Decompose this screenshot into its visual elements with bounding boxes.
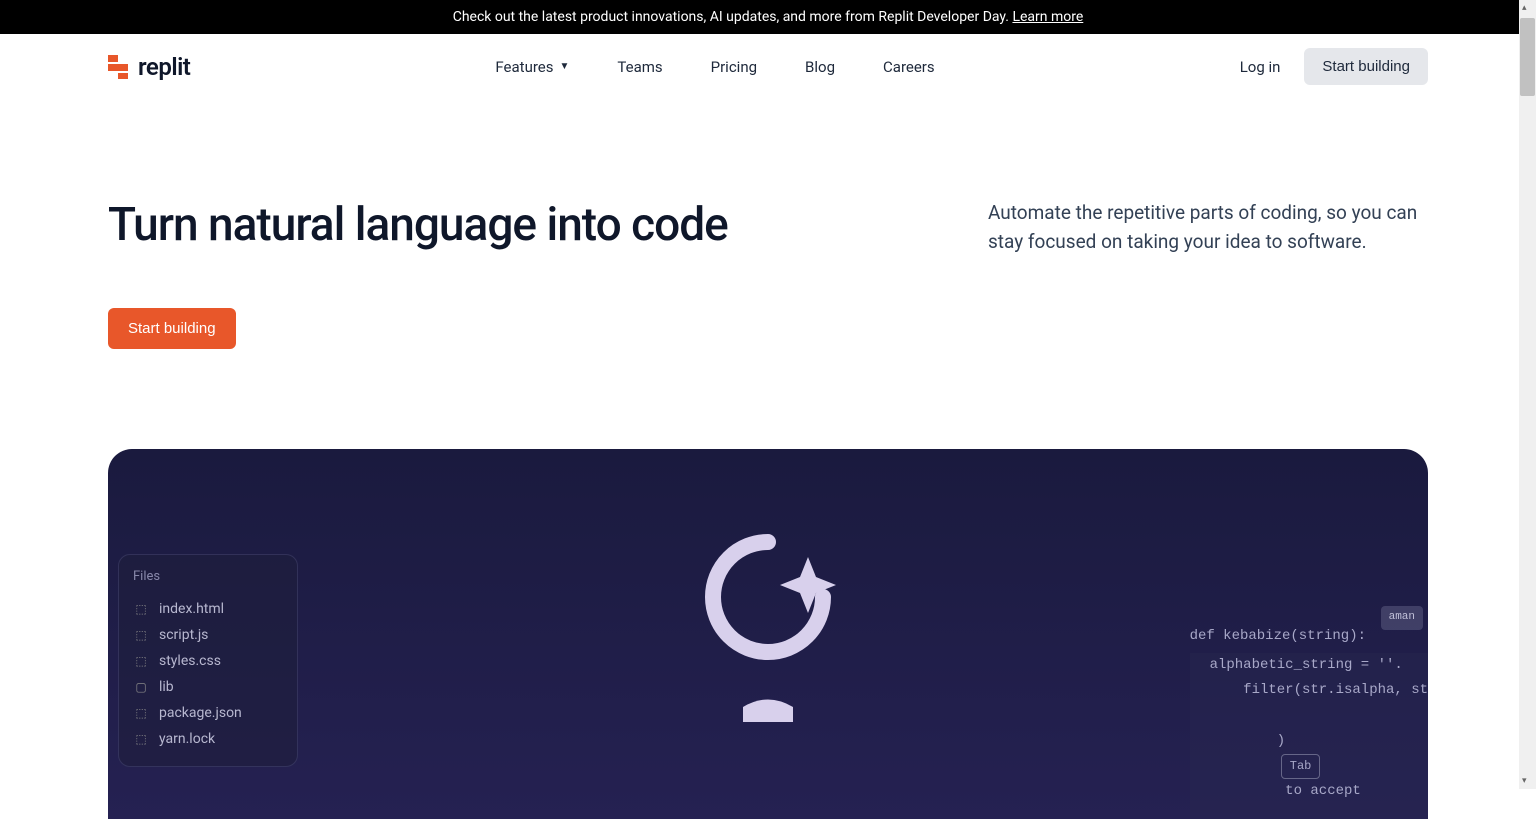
file-item[interactable]: ⬚ script.js [133,622,283,648]
code-text: ) [1277,733,1285,749]
announcement-bar: Check out the latest product innovations… [0,0,1536,34]
login-link[interactable]: Log in [1240,58,1281,76]
file-item[interactable]: ⬚ index.html [133,596,283,622]
nav-blog[interactable]: Blog [805,58,835,76]
nav-features[interactable]: Features ▼ [495,58,569,76]
nav-careers[interactable]: Careers [883,58,935,76]
header: replit Features ▼ Teams Pricing Blog Car… [0,34,1536,99]
scrollbar-thumb[interactable] [1520,18,1535,96]
file-name: styles.css [159,653,221,669]
tab-key-hint: Tab [1281,754,1321,780]
file-name: package.json [159,705,242,721]
json-file-icon: ⬚ [133,705,149,721]
code-line: alphabetic_string = ''. [1210,653,1428,678]
files-title: Files [133,569,283,584]
logo-text: replit [138,53,190,81]
nav-teams[interactable]: Teams [617,58,662,76]
showcase-panel: Files ⬚ index.html ⬚ script.js ⬚ styles.… [108,449,1428,819]
file-item[interactable]: ⬚ yarn.lock [133,726,283,752]
file-name: lib [159,679,174,695]
code-line: ) Tab to accept [1210,703,1428,818]
replit-logo-icon [108,55,130,79]
hero-title: Turn natural language into code [108,199,908,252]
css-file-icon: ⬚ [133,653,149,669]
logo[interactable]: replit [108,53,190,81]
hero-section: Turn natural language into code Start bu… [0,99,1536,409]
main-nav: Features ▼ Teams Pricing Blog Careers [495,58,934,76]
file-name: index.html [159,601,224,617]
file-name: script.js [159,627,208,643]
code-author-badge: aman [1381,606,1423,630]
code-suggestion-block: alphabetic_string = ''. filter(str.isalp… [1190,653,1428,819]
folder-icon: ▢ [133,679,149,695]
scrollbar[interactable]: ▴ ▾ [1519,0,1536,789]
js-file-icon: ⬚ [133,627,149,643]
scroll-up-arrow-icon[interactable]: ▴ [1522,3,1532,13]
header-actions: Log in Start building [1240,48,1428,85]
code-suggestion-panel: aman def kebabize(string): alphabetic_st… [1190,624,1428,819]
files-panel: Files ⬚ index.html ⬚ script.js ⬚ styles.… [118,554,298,767]
start-building-header-button[interactable]: Start building [1304,48,1428,85]
scroll-down-arrow-icon[interactable]: ▾ [1522,776,1532,786]
ai-sparkle-icon [698,532,838,736]
file-item[interactable]: ⬚ styles.css [133,648,283,674]
file-item[interactable]: ▢ lib [133,674,283,700]
announcement-link[interactable]: Learn more [1012,9,1083,25]
announcement-text: Check out the latest product innovations… [453,9,1013,25]
file-name: yarn.lock [159,731,215,747]
hero-subtitle: Automate the repetitive parts of coding,… [988,199,1428,256]
chevron-down-icon: ▼ [560,61,570,72]
hero-left: Turn natural language into code Start bu… [108,199,908,349]
code-text: to accept [1277,783,1361,799]
file-item[interactable]: ⬚ package.json [133,700,283,726]
html-file-icon: ⬚ [133,601,149,617]
nav-features-label: Features [495,58,553,76]
lock-file-icon: ⬚ [133,731,149,747]
nav-pricing[interactable]: Pricing [711,58,757,76]
start-building-hero-button[interactable]: Start building [108,308,236,349]
hero-right: Automate the repetitive parts of coding,… [988,199,1428,349]
code-line: filter(str.isalpha, st [1210,678,1428,703]
